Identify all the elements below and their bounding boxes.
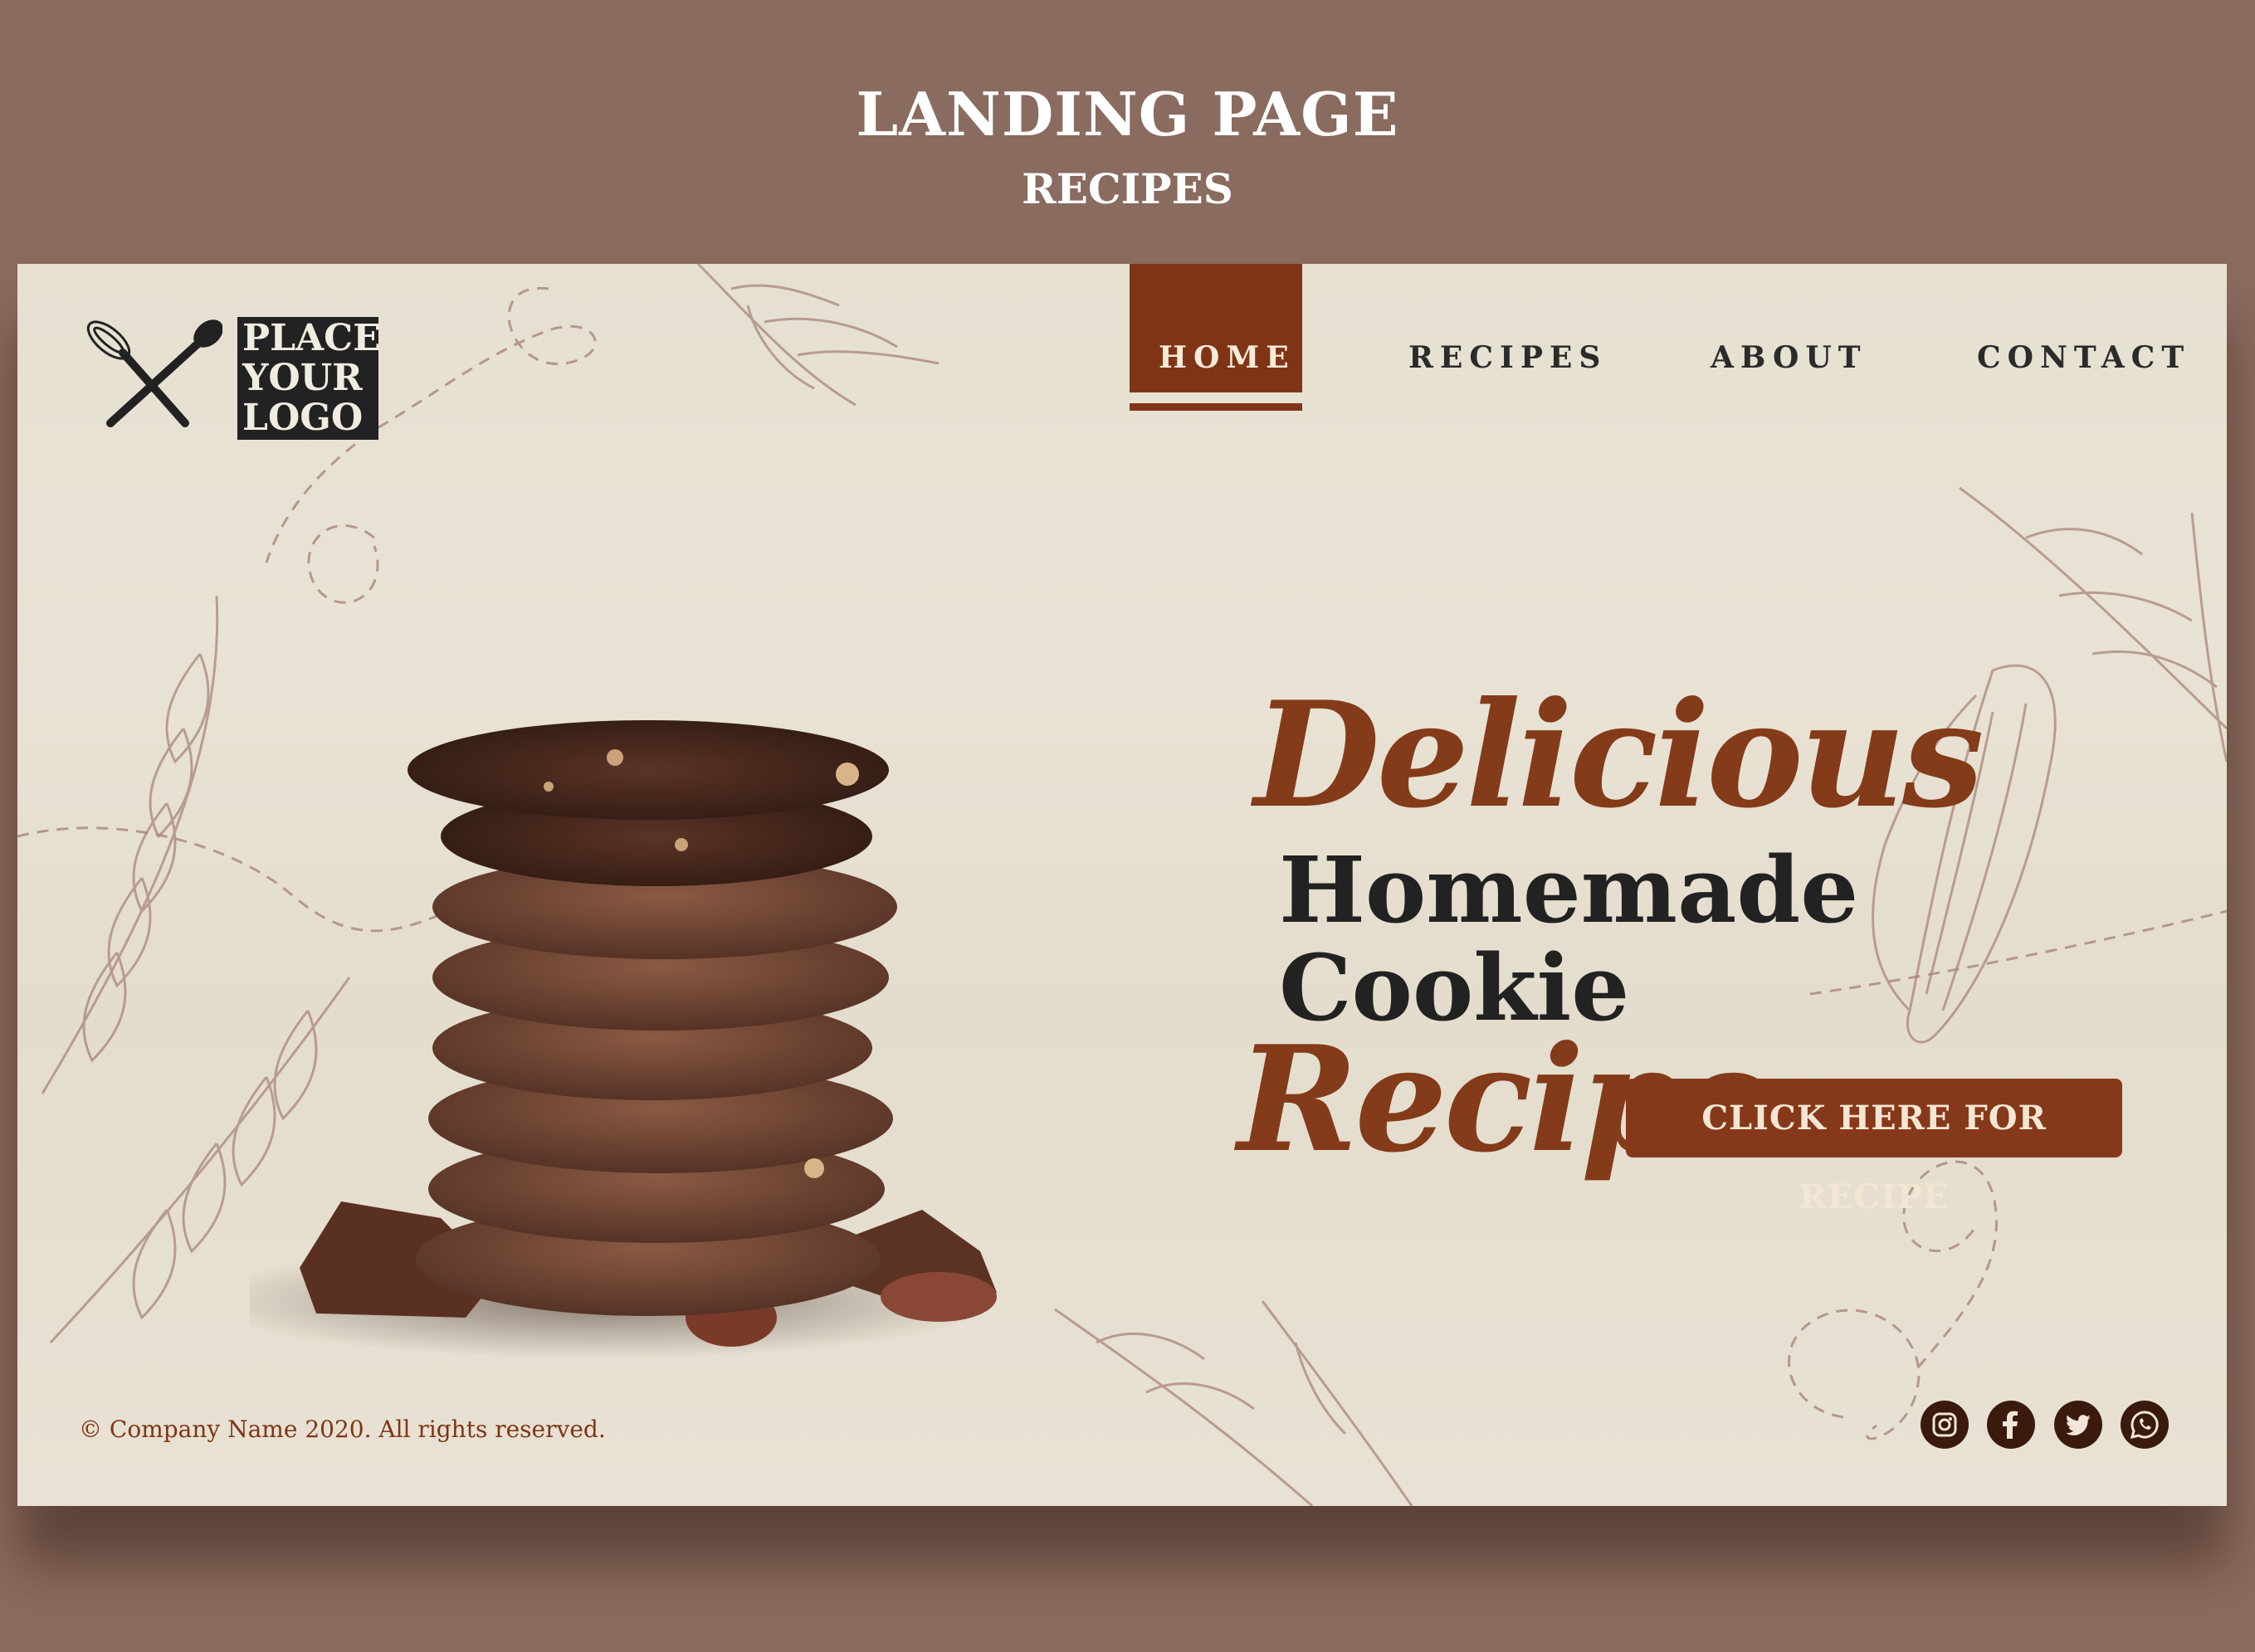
showcase-subtitle: RECIPES [1022,164,1233,213]
copyright-text: © Company Name 2020. All rights reserved… [79,1416,606,1443]
whisk-spoon-icon[interactable] [77,315,222,431]
instagram-icon[interactable] [1921,1401,1969,1449]
facebook-icon[interactable] [1987,1401,2035,1449]
showcase-title: LANDING PAGE [856,79,1399,149]
landing-page-mockup: PLACE YOUR LOGO HOME RECIPES ABOUT CONTA… [17,264,2227,1506]
logo-line-2: YOUR [242,357,363,399]
nav-item-home[interactable]: HOME [1159,340,1296,375]
cookie-stack-image [250,720,997,1359]
twitter-icon[interactable] [2054,1401,2102,1449]
nav-item-about[interactable]: ABOUT [1711,340,1867,375]
hero-word-delicious: Delicious [1254,670,1984,841]
logo-text[interactable]: PLACE YOUR LOGO [237,317,381,440]
logo-line-3: LOGO [242,397,364,439]
nav-active-underline [1130,403,1302,411]
nav-item-recipes[interactable]: RECIPES [1408,340,1607,375]
click-here-for-recipe-button[interactable]: CLICK HERE FOR RECIPE [1626,1079,2122,1216]
hero-word-homemade: Homemade [1279,836,1859,943]
logo-line-1: PLACE [242,317,381,359]
nav-item-contact[interactable]: CONTACT [1977,340,2190,375]
whatsapp-icon[interactable] [2121,1401,2169,1449]
